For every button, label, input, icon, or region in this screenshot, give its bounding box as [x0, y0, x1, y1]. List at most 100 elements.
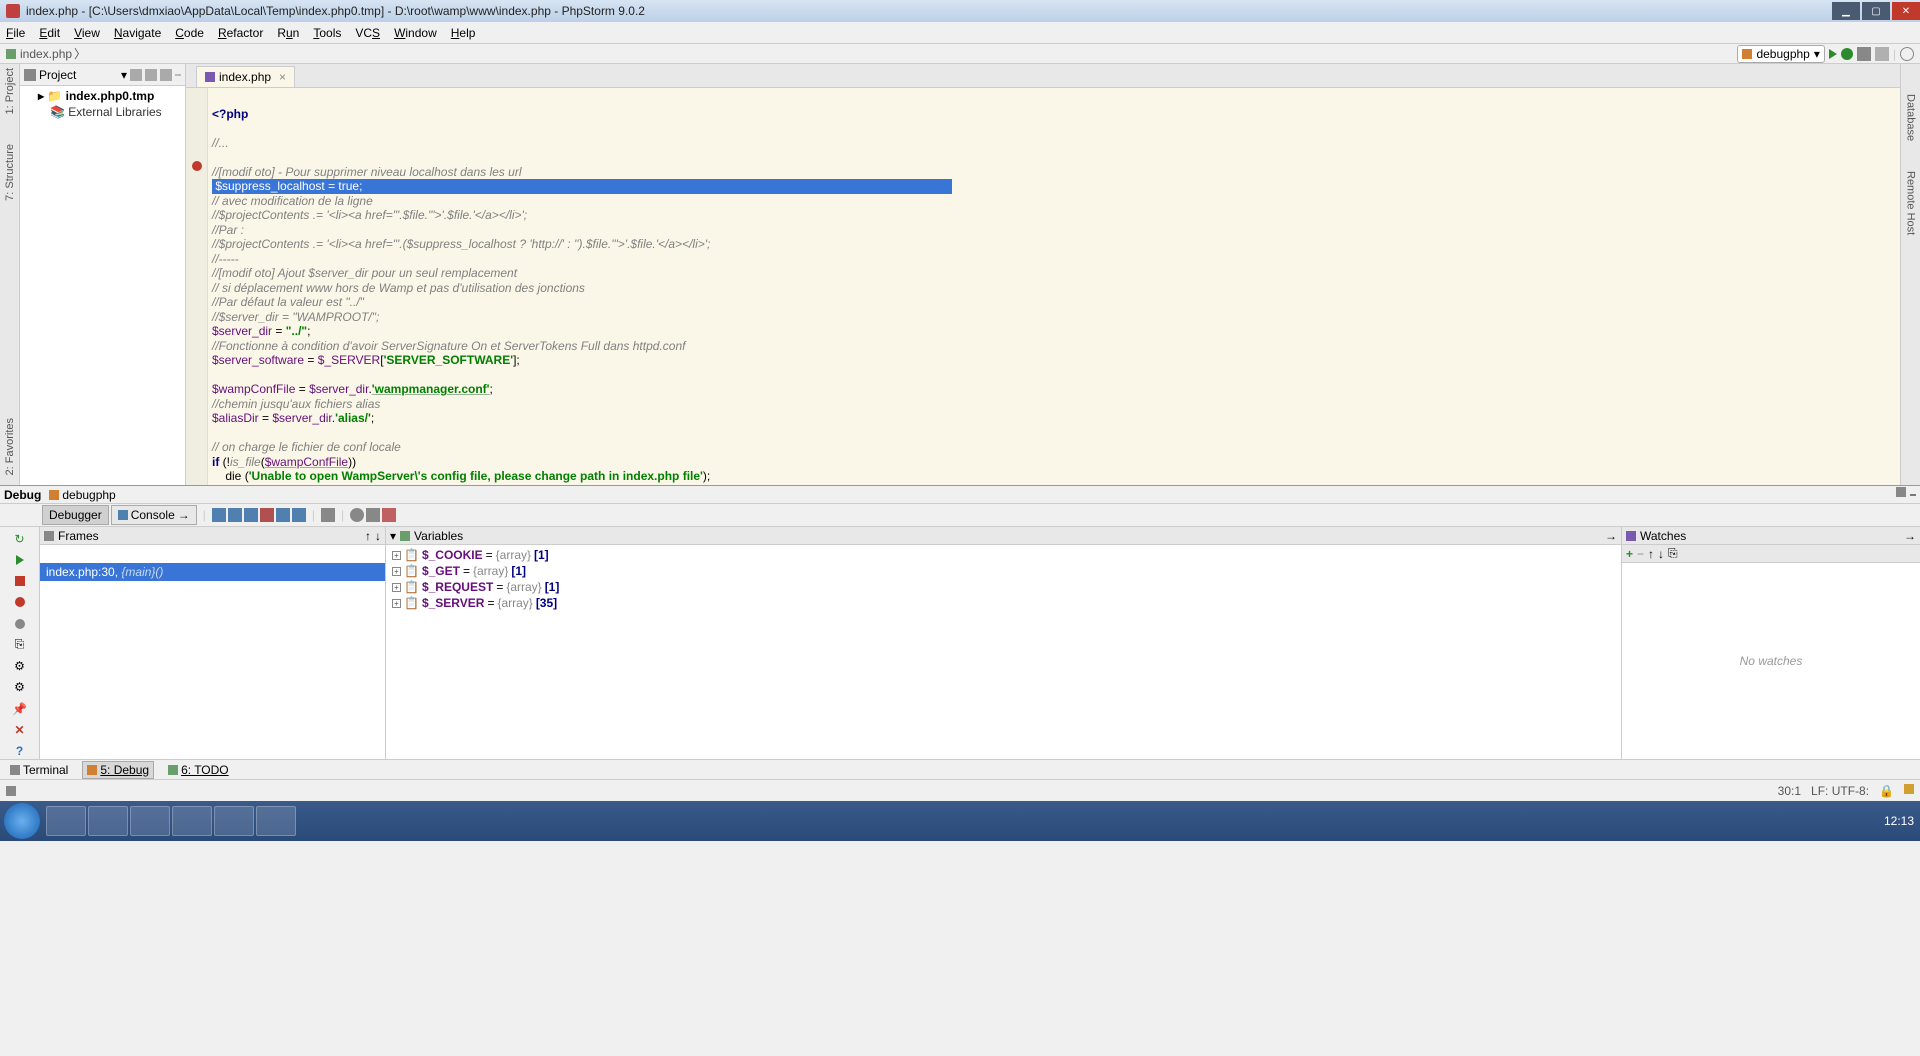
frame-up-icon[interactable]: ↑: [365, 529, 371, 543]
todo-tab[interactable]: 6: TODO: [164, 762, 233, 778]
variable-row[interactable]: +📋 $_REQUEST = {array} [1]: [388, 579, 1619, 595]
menu-run[interactable]: Run: [277, 26, 299, 40]
menu-help[interactable]: Help: [451, 26, 476, 40]
frame-row[interactable]: index.php:30, {main}(): [40, 563, 385, 581]
window-close-button[interactable]: ✕: [1892, 2, 1920, 20]
force-step-into-icon[interactable]: [260, 508, 274, 522]
menu-window[interactable]: Window: [394, 26, 437, 40]
menu-navigate[interactable]: Navigate: [114, 26, 161, 40]
taskbar-item[interactable]: [256, 806, 296, 836]
collapse-icon[interactable]: [130, 69, 142, 81]
start-button[interactable]: [4, 803, 40, 839]
hector-icon[interactable]: [1904, 784, 1914, 794]
menu-refactor[interactable]: Refactor: [218, 26, 263, 40]
mute-breakpoints-icon[interactable]: [350, 508, 364, 522]
stop-button[interactable]: [1875, 47, 1889, 61]
chevron-down-icon[interactable]: ▾: [121, 68, 127, 82]
file-encoding[interactable]: LF: UTF-8:: [1811, 784, 1869, 798]
move-down-button[interactable]: ↓: [1658, 547, 1664, 561]
breadcrumb[interactable]: index.php: [20, 47, 72, 61]
search-everywhere-button[interactable]: [1900, 47, 1914, 61]
scroll-from-source-icon[interactable]: [145, 69, 157, 81]
copy-button[interactable]: ⎘: [1668, 546, 1678, 561]
breakpoint-icon[interactable]: [192, 161, 202, 171]
taskbar-item[interactable]: [130, 806, 170, 836]
help-button[interactable]: ?: [12, 744, 28, 759]
expand-icon[interactable]: +: [392, 551, 401, 560]
editor-tab[interactable]: index.php ×: [196, 66, 295, 87]
debugger-tab[interactable]: Debugger: [42, 505, 109, 525]
menu-code[interactable]: Code: [175, 26, 204, 40]
frames-list[interactable]: index.php:30, {main}(): [40, 545, 385, 759]
expand-icon[interactable]: +: [392, 599, 401, 608]
thread-selector-icon[interactable]: ▾: [390, 529, 396, 543]
expand-icon[interactable]: +: [392, 583, 401, 592]
tool-tab-project[interactable]: 1: Project: [4, 68, 16, 114]
stop-button[interactable]: [12, 574, 28, 589]
step-out-icon[interactable]: [276, 508, 290, 522]
menu-view[interactable]: View: [74, 26, 100, 40]
evaluate-expression-icon[interactable]: [321, 508, 335, 522]
menu-edit[interactable]: Edit: [39, 26, 60, 40]
hide-vars-icon[interactable]: →: [1605, 529, 1617, 543]
debug-header-tab[interactable]: Debug: [4, 488, 41, 502]
console-tab[interactable]: Console →: [111, 505, 197, 525]
close-tab-icon[interactable]: ×: [279, 70, 286, 84]
expand-icon[interactable]: +: [392, 567, 401, 576]
rerun-button[interactable]: ↻: [12, 531, 28, 546]
run-configuration-selector[interactable]: debugphp ▾: [1737, 45, 1824, 63]
resume-button[interactable]: [12, 552, 28, 567]
variable-row[interactable]: +📋 $_SERVER = {array} [35]: [388, 595, 1619, 611]
watches-list[interactable]: No watches: [1622, 563, 1920, 759]
hide-button[interactable]: ⎯: [175, 67, 181, 82]
settings-button[interactable]: ⚙: [12, 680, 28, 695]
system-tray[interactable]: 12:13: [1884, 814, 1920, 828]
tool-tab-database[interactable]: Database: [1905, 94, 1917, 141]
move-up-button[interactable]: ↑: [1648, 547, 1654, 561]
menu-file[interactable]: File: [6, 26, 25, 40]
run-button[interactable]: [1829, 49, 1837, 59]
tool-tab-remote-host[interactable]: Remote Host: [1905, 171, 1917, 235]
view-breakpoints-button[interactable]: [12, 595, 28, 610]
restore-layout-button[interactable]: ⚙: [12, 659, 28, 674]
tool-tab-structure[interactable]: 7: Structure: [4, 144, 16, 201]
show-execution-point-icon[interactable]: [212, 508, 226, 522]
hide-watches-icon[interactable]: →: [1904, 529, 1916, 543]
status-icon[interactable]: [6, 786, 16, 796]
editor-gutter[interactable]: [186, 88, 208, 485]
tool-tab-favorites[interactable]: 2: Favorites: [4, 418, 16, 475]
pin-tab-icon[interactable]: [382, 508, 396, 522]
variable-row[interactable]: +📋 $_GET = {array} [1]: [388, 563, 1619, 579]
add-watch-button[interactable]: +: [1626, 547, 1633, 561]
coverage-button[interactable]: [1857, 47, 1871, 61]
taskbar-item[interactable]: [172, 806, 212, 836]
taskbar-item[interactable]: [46, 806, 86, 836]
settings-icon[interactable]: [366, 508, 380, 522]
close-button[interactable]: ✕: [12, 722, 28, 737]
hide-button[interactable]: ⎯: [1910, 487, 1916, 502]
project-tree[interactable]: ▸ 📁 index.php0.tmp 📚 External Libraries: [20, 86, 185, 485]
tree-root[interactable]: ▸ 📁 index.php0.tmp: [22, 88, 183, 104]
get-thread-dump-button[interactable]: ⎘: [12, 637, 28, 652]
debug-session-tab[interactable]: debugphp: [49, 488, 115, 502]
debug-button[interactable]: [1841, 48, 1853, 60]
code-area[interactable]: <?php //... //[modif oto] - Pour supprim…: [208, 88, 1900, 485]
lock-icon[interactable]: 🔒: [1879, 784, 1894, 798]
remove-watch-button[interactable]: −: [1637, 547, 1644, 561]
variable-row[interactable]: +📋 $_COOKIE = {array} [1]: [388, 547, 1619, 563]
step-over-icon[interactable]: [228, 508, 242, 522]
terminal-tab[interactable]: Terminal: [6, 762, 72, 778]
variables-tree[interactable]: +📋 $_COOKIE = {array} [1] +📋 $_GET = {ar…: [386, 545, 1621, 759]
gear-icon[interactable]: [160, 69, 172, 81]
step-into-icon[interactable]: [244, 508, 258, 522]
menu-tools[interactable]: Tools: [313, 26, 341, 40]
frame-down-icon[interactable]: ↓: [375, 529, 381, 543]
run-to-cursor-icon[interactable]: [292, 508, 306, 522]
tree-external-libraries[interactable]: 📚 External Libraries: [22, 104, 183, 120]
menu-vcs[interactable]: VCS: [355, 26, 380, 40]
window-maximize-button[interactable]: ▢: [1862, 2, 1890, 20]
taskbar-item[interactable]: [214, 806, 254, 836]
gear-icon[interactable]: [1896, 487, 1906, 497]
debug-tab[interactable]: 5: Debug: [82, 761, 154, 779]
window-minimize-button[interactable]: ▁: [1832, 2, 1860, 20]
